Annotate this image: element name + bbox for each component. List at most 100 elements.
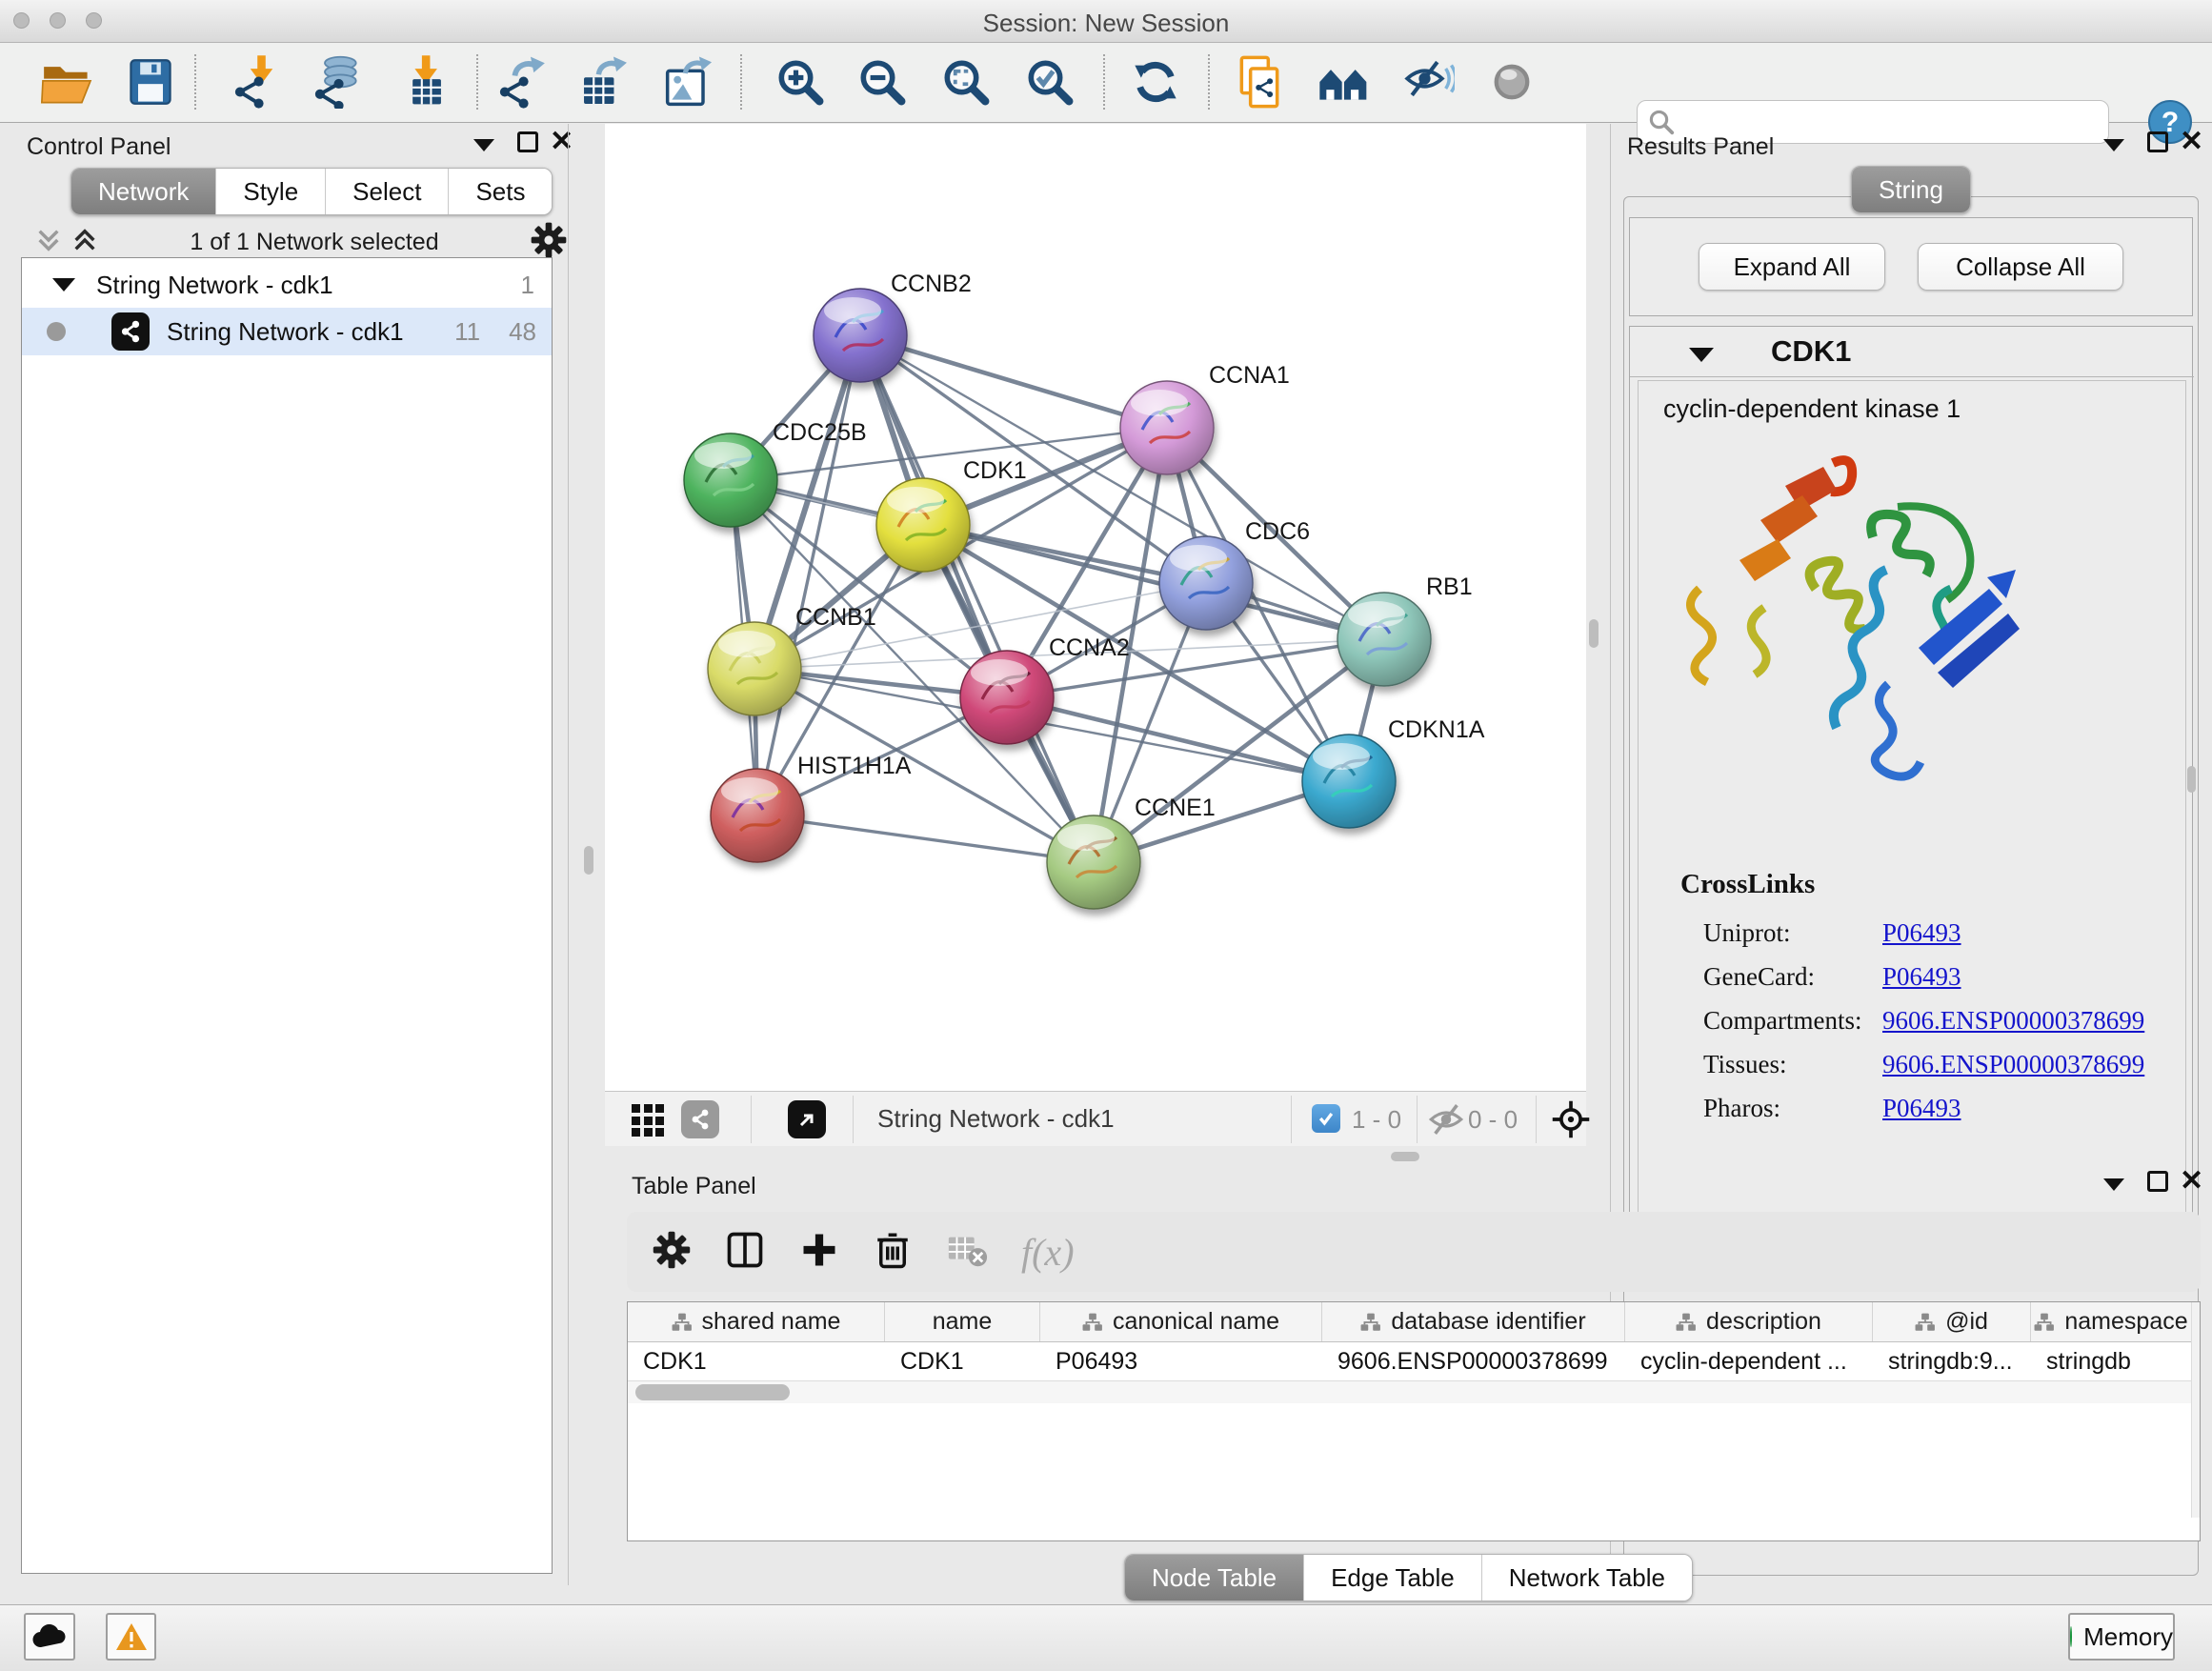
expand-all-networks-button[interactable] <box>69 225 101 260</box>
new-network-from-selection-button[interactable] <box>1230 52 1289 111</box>
tab-string[interactable]: String <box>1852 167 1970 212</box>
table-row[interactable]: CDK1CDK1P064939606.ENSP00000378699cyclin… <box>628 1342 2200 1380</box>
crosslink-link[interactable]: P06493 <box>1882 1094 1961 1123</box>
network-node-CCNB1[interactable]: CCNB1 <box>708 604 876 715</box>
cloud-status-button[interactable] <box>24 1613 75 1661</box>
export-table-button[interactable] <box>575 52 634 111</box>
import-network-button[interactable] <box>229 52 288 111</box>
table-settings-gear-button[interactable] <box>652 1230 692 1275</box>
panel-float-button[interactable] <box>517 131 538 152</box>
network-node-HIST1H1A[interactable]: HIST1H1A <box>711 753 912 862</box>
network-visibility-dot[interactable] <box>47 322 66 341</box>
network-edge-CDK1-RB1[interactable] <box>923 525 1384 639</box>
collection-expand-caret[interactable] <box>52 278 75 292</box>
network-node-CCNA1[interactable]: CCNA1 <box>1120 362 1290 474</box>
right-splitter-handle[interactable] <box>1589 619 1599 648</box>
tab-node-table[interactable]: Node Table <box>1125 1555 1304 1601</box>
collapse-all-button[interactable]: Collapse All <box>1918 243 2123 291</box>
network-edge-CCNB2-CCNE1[interactable] <box>860 335 1094 862</box>
table-cell[interactable]: CDK1 <box>885 1342 1040 1380</box>
column-header-shared-name[interactable]: shared name <box>628 1302 885 1341</box>
network-edge-HIST1H1A-CCNE1[interactable] <box>757 815 1094 862</box>
zoom-fit-button[interactable] <box>936 52 995 111</box>
tab-edge-table[interactable]: Edge Table <box>1304 1555 1482 1601</box>
gear-icon <box>530 221 568 259</box>
panel-menu-button[interactable] <box>473 139 494 151</box>
column-header-description[interactable]: description <box>1625 1302 1873 1341</box>
tab-network[interactable]: Network <box>71 169 216 214</box>
warning-status-button[interactable] <box>106 1613 156 1661</box>
network-edge-CCNB2-HIST1H1A[interactable] <box>757 335 860 815</box>
collapse-all-networks-button[interactable] <box>32 225 65 260</box>
tab-style[interactable]: Style <box>216 169 326 214</box>
zoom-in-button[interactable] <box>771 52 830 111</box>
memory-status-button[interactable]: Memory <box>2068 1613 2175 1661</box>
import-table-button[interactable] <box>395 52 454 111</box>
network-node-CDK1[interactable]: CDK1 <box>876 457 1027 572</box>
table-cell[interactable]: stringdb:9... <box>1873 1342 2031 1380</box>
selected-checkbox-icon[interactable] <box>1312 1104 1340 1133</box>
network-canvas[interactable]: CCNB2CCNA1CDC25BCDK1CDC6RB1CCNB1CCNA2CDK… <box>605 124 1586 1091</box>
first-neighbors-button[interactable] <box>1315 52 1374 111</box>
network-node-RB1[interactable]: RB1 <box>1337 574 1473 686</box>
table-cell[interactable]: cyclin-dependent ... <box>1625 1342 1873 1380</box>
tab-select[interactable]: Select <box>326 169 449 214</box>
crosslink-link[interactable]: 9606.ENSP00000378699 <box>1882 1050 2144 1079</box>
zoom-out-button[interactable] <box>853 52 912 111</box>
export-view-button[interactable] <box>788 1100 826 1138</box>
panel-float-button[interactable] <box>2147 131 2168 152</box>
import-network-from-database-button[interactable] <box>309 52 368 111</box>
export-image-button[interactable] <box>660 52 719 111</box>
network-collection-row[interactable]: String Network - cdk1 1 <box>22 258 552 308</box>
create-column-button[interactable] <box>798 1229 840 1276</box>
results-scrollbar-thumb[interactable] <box>2187 766 2196 793</box>
crosslink-link[interactable]: 9606.ENSP00000378699 <box>1882 1006 2144 1036</box>
network-node-CDKN1A[interactable]: CDKN1A <box>1302 716 1485 828</box>
left-splitter-handle[interactable] <box>584 846 593 875</box>
zoom-selected-button[interactable] <box>1020 52 1079 111</box>
panel-menu-button[interactable] <box>2103 1178 2124 1191</box>
column-header-name[interactable]: name <box>885 1302 1040 1341</box>
column-header-namespace[interactable]: namespace <box>2031 1302 2192 1341</box>
show-all-button[interactable] <box>1482 52 1541 111</box>
scrollbar-thumb[interactable] <box>635 1384 790 1400</box>
hide-selected-button[interactable] <box>1398 52 1458 111</box>
show-columns-button[interactable] <box>724 1229 766 1276</box>
crosslink-link[interactable]: P06493 <box>1882 962 1961 992</box>
open-session-button[interactable] <box>37 52 96 111</box>
table-cell[interactable]: 9606.ENSP00000378699 <box>1322 1342 1625 1380</box>
horizontal-splitter-handle[interactable] <box>1391 1152 1419 1161</box>
table-cell[interactable]: CDK1 <box>628 1342 885 1380</box>
protein-collapse-caret[interactable] <box>1689 348 1714 362</box>
column-header-database-identifier[interactable]: database identifier <box>1322 1302 1625 1341</box>
panel-close-button[interactable]: ✕ <box>2180 1171 2203 1192</box>
delete-table-button[interactable] <box>945 1228 989 1277</box>
fit-selected-crosshair-button[interactable] <box>1550 1098 1592 1145</box>
network-node-CCNB2[interactable]: CCNB2 <box>814 271 972 382</box>
refresh-view-button[interactable] <box>1126 52 1185 111</box>
table-cell[interactable]: stringdb <box>2031 1342 2192 1380</box>
delete-column-button[interactable] <box>873 1230 913 1275</box>
expand-all-button[interactable]: Expand All <box>1699 243 1885 291</box>
network-node-CDC25B[interactable]: CDC25B <box>684 419 867 527</box>
birds-eye-view-button[interactable] <box>632 1104 664 1137</box>
network-edge-CCNB2-CCNA1[interactable] <box>860 335 1167 428</box>
zoom-fit-icon <box>940 56 992 108</box>
panel-float-button[interactable] <box>2147 1171 2168 1192</box>
panel-close-button[interactable]: ✕ <box>2180 131 2203 152</box>
save-session-button[interactable] <box>121 52 180 111</box>
column-header--id[interactable]: @id <box>1873 1302 2031 1341</box>
table-cell[interactable]: P06493 <box>1040 1342 1322 1380</box>
control-panel-divider[interactable] <box>568 124 569 1585</box>
panel-close-button[interactable]: ✕ <box>550 131 573 152</box>
column-header-canonical-name[interactable]: canonical name <box>1040 1302 1322 1341</box>
network-row-selected[interactable]: String Network - cdk1 11 48 <box>22 308 552 355</box>
export-network-button[interactable] <box>493 52 553 111</box>
tab-network-table[interactable]: Network Table <box>1482 1555 1692 1601</box>
table-horizontal-scrollbar[interactable] <box>628 1380 2192 1403</box>
function-builder-button[interactable]: f(x) <box>1021 1230 1075 1275</box>
table-vertical-scrollbar[interactable] <box>2191 1302 2200 1518</box>
tab-sets[interactable]: Sets <box>449 169 552 214</box>
panel-menu-button[interactable] <box>2103 139 2124 151</box>
crosslink-link[interactable]: P06493 <box>1882 918 1961 948</box>
